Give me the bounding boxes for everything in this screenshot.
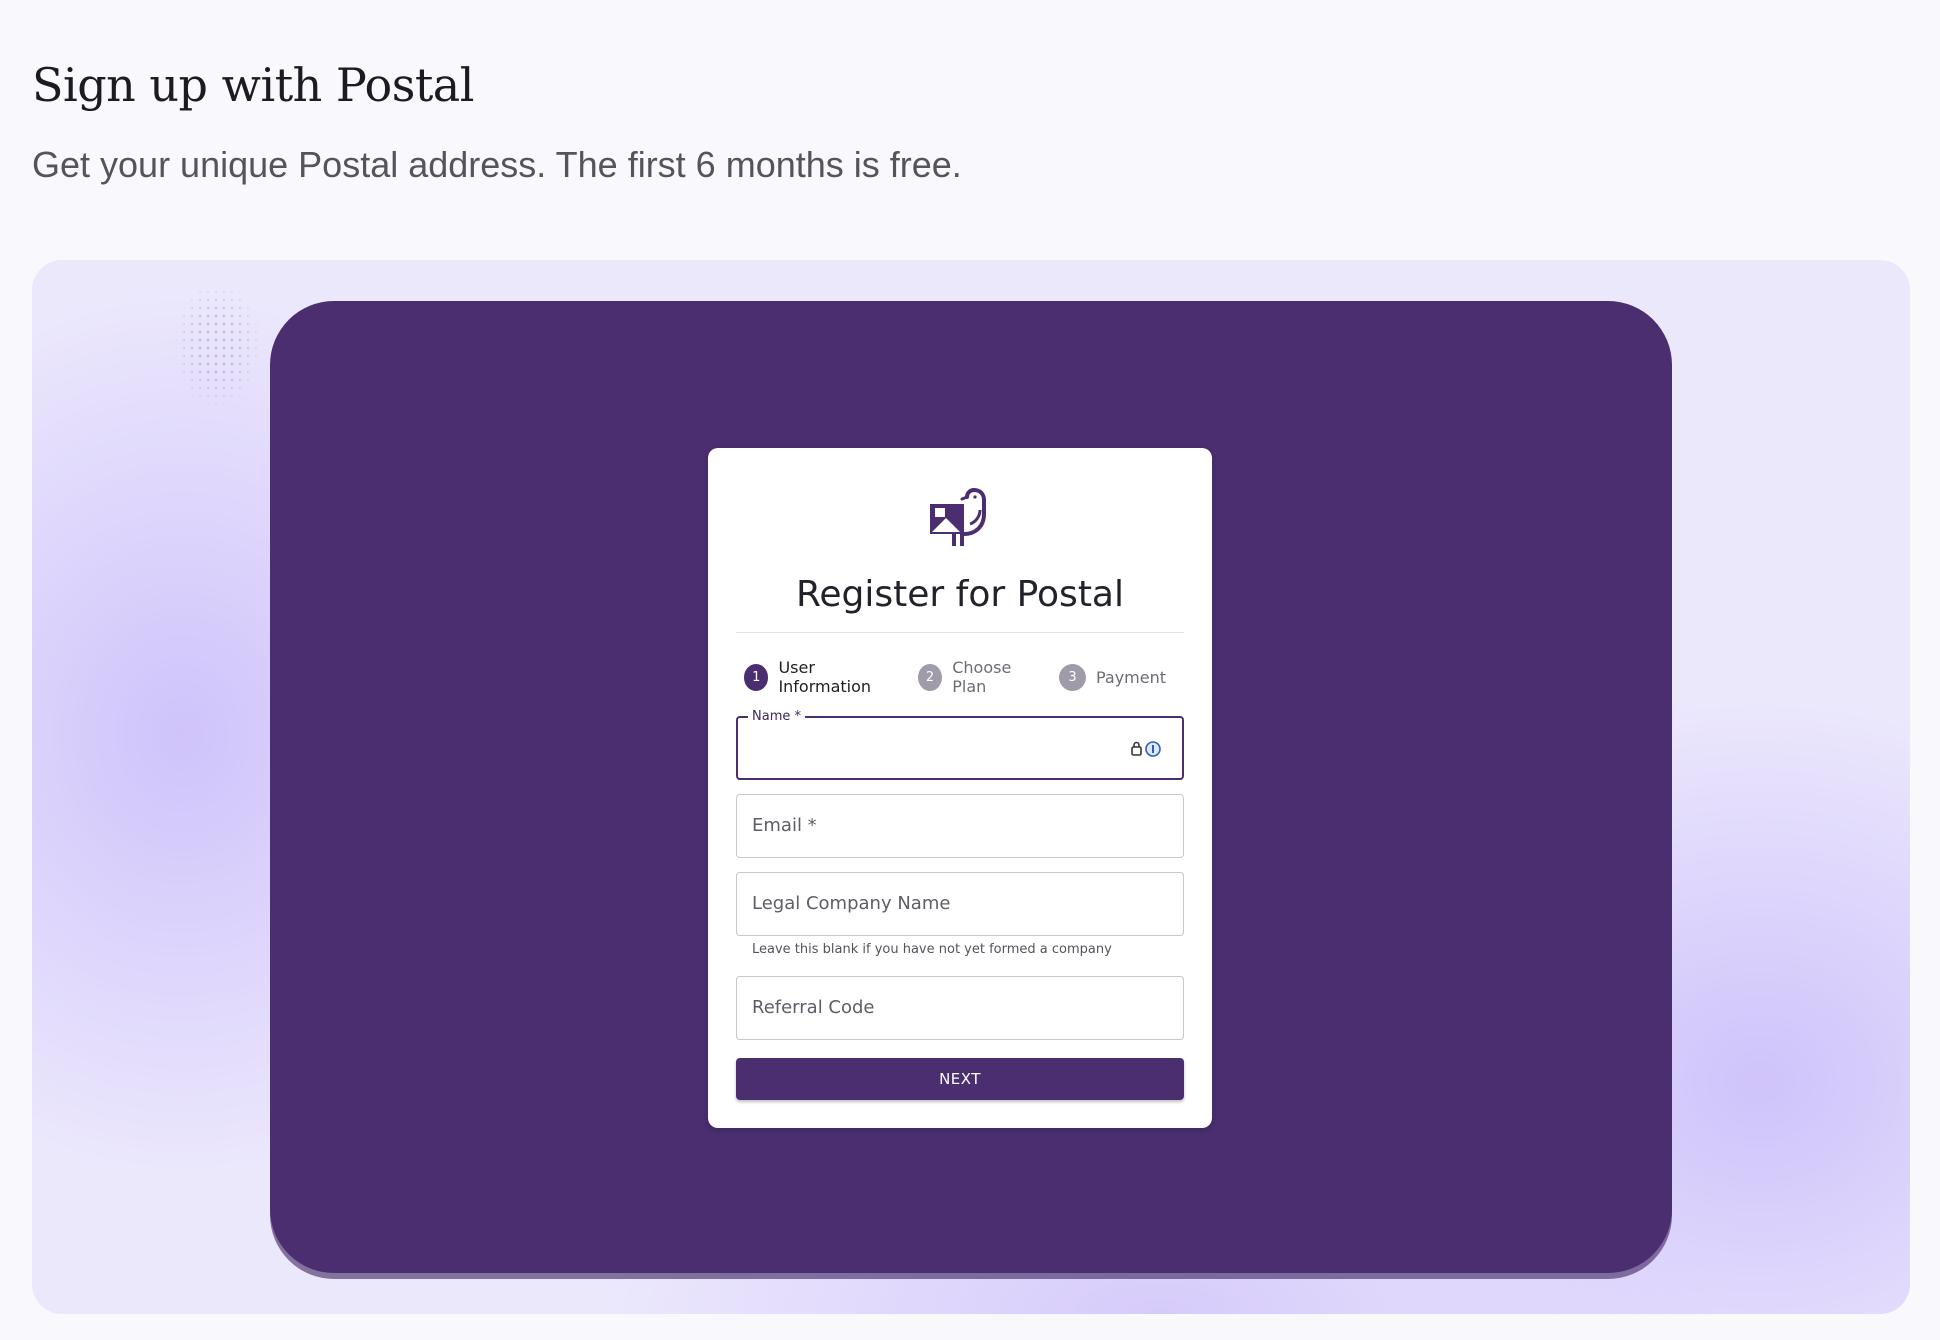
step-number: 3 [1058,663,1086,691]
stepper: 1 User Information 2 Choose Plan 3 Payme… [744,658,1184,696]
email-field-placeholder: Email * [752,815,817,836]
decorative-dots [172,280,262,410]
card-title: Register for Postal [796,574,1124,615]
step-label: User Information [778,658,872,696]
company-field[interactable]: Legal Company Name [736,872,1184,936]
company-field-placeholder: Legal Company Name [752,893,951,914]
referral-field[interactable]: Referral Code [736,976,1184,1040]
name-field[interactable]: Name * [736,709,1184,780]
next-button[interactable]: NEXT [736,1058,1184,1100]
step-number: 2 [917,663,943,691]
step-choose-plan[interactable]: 2 Choose Plan [917,658,1041,696]
stage-panel: Register for Postal 1 User Information 2… [270,301,1672,1273]
step-label: Choose Plan [952,658,1012,696]
hero-panel: Register for Postal 1 User Information 2… [32,260,1910,1314]
postal-bird-envelope-icon [930,487,986,546]
page-subtitle: Get your unique Postal address. The firs… [32,144,962,185]
step-payment[interactable]: 3 Payment [1058,663,1166,691]
page-title: Sign up with Postal [32,58,474,112]
company-field-helper: Leave this blank if you have not yet for… [752,942,1112,957]
register-card: Register for Postal 1 User Information 2… [708,448,1212,1128]
email-field[interactable]: Email * [736,794,1184,858]
password-manager-icon[interactable] [1130,740,1162,758]
title-divider [736,632,1184,633]
referral-field-placeholder: Referral Code [752,997,875,1018]
step-user-information[interactable]: 1 User Information [744,658,900,696]
name-field-label: Name * [748,709,805,724]
step-label: Payment [1095,667,1166,687]
step-number: 1 [744,663,769,691]
